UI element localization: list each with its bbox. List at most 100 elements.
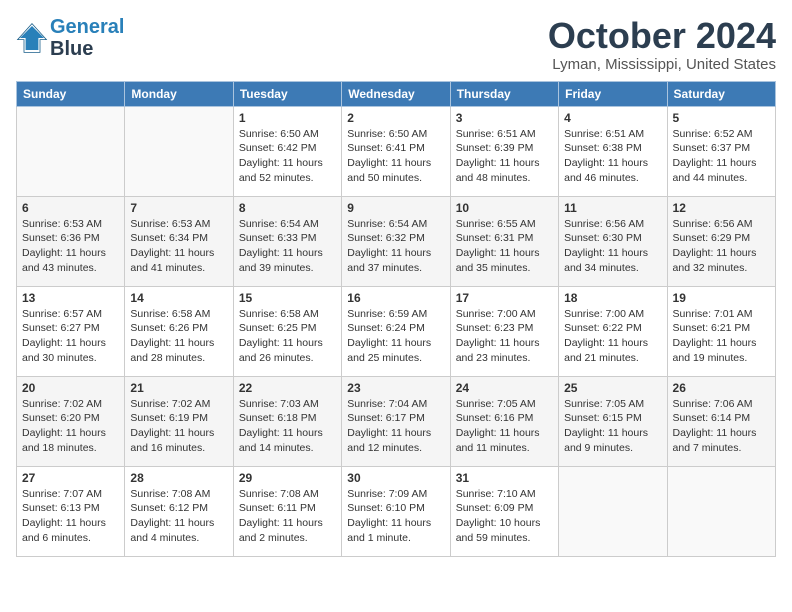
logo-icon xyxy=(16,22,48,54)
day-number: 10 xyxy=(456,201,553,215)
logo-general: General xyxy=(50,16,124,38)
day-info: Sunrise: 6:53 AM Sunset: 6:34 PM Dayligh… xyxy=(130,217,227,276)
calendar-day-10: 10 Sunrise: 6:55 AM Sunset: 6:31 PM Dayli… xyxy=(450,196,558,286)
calendar-day-24: 24 Sunrise: 7:05 AM Sunset: 6:16 PM Dayli… xyxy=(450,376,558,466)
day-info: Sunrise: 7:01 AM Sunset: 6:21 PM Dayligh… xyxy=(673,307,770,366)
day-info: Sunrise: 7:09 AM Sunset: 6:10 PM Dayligh… xyxy=(347,487,444,546)
day-number: 9 xyxy=(347,201,444,215)
day-info: Sunrise: 7:05 AM Sunset: 6:16 PM Dayligh… xyxy=(456,397,553,456)
day-number: 25 xyxy=(564,381,661,395)
day-info: Sunrise: 6:58 AM Sunset: 6:25 PM Dayligh… xyxy=(239,307,336,366)
calendar-day-2: 2 Sunrise: 6:50 AM Sunset: 6:41 PM Daylig… xyxy=(342,106,450,196)
day-info: Sunrise: 7:02 AM Sunset: 6:19 PM Dayligh… xyxy=(130,397,227,456)
calendar-day-30: 30Sunrise: 7:09 AM Sunset: 6:10 PM Dayli… xyxy=(342,466,450,556)
calendar-week-4: 20 Sunrise: 7:02 AM Sunset: 6:20 PM Dayli… xyxy=(17,376,776,466)
day-number: 16 xyxy=(347,291,444,305)
weekday-header-saturday: Saturday xyxy=(667,81,775,106)
day-number: 15 xyxy=(239,291,336,305)
calendar-day-27: 27Sunrise: 7:07 AM Sunset: 6:13 PM Dayli… xyxy=(17,466,125,556)
day-info: Sunrise: 7:06 AM Sunset: 6:14 PM Dayligh… xyxy=(673,397,770,456)
day-number: 1 xyxy=(239,111,336,125)
calendar-day-empty xyxy=(125,106,233,196)
day-info: Sunrise: 7:00 AM Sunset: 6:23 PM Dayligh… xyxy=(456,307,553,366)
day-info: Sunrise: 7:02 AM Sunset: 6:20 PM Dayligh… xyxy=(22,397,119,456)
day-info: Sunrise: 7:03 AM Sunset: 6:18 PM Dayligh… xyxy=(239,397,336,456)
calendar-day-empty xyxy=(559,466,667,556)
calendar-week-5: 27Sunrise: 7:07 AM Sunset: 6:13 PM Dayli… xyxy=(17,466,776,556)
day-number: 2 xyxy=(347,111,444,125)
calendar-day-16: 16 Sunrise: 6:59 AM Sunset: 6:24 PM Dayli… xyxy=(342,286,450,376)
day-number: 3 xyxy=(456,111,553,125)
calendar-day-4: 4 Sunrise: 6:51 AM Sunset: 6:38 PM Daylig… xyxy=(559,106,667,196)
calendar-day-28: 28Sunrise: 7:08 AM Sunset: 6:12 PM Dayli… xyxy=(125,466,233,556)
calendar-day-22: 22 Sunrise: 7:03 AM Sunset: 6:18 PM Dayli… xyxy=(233,376,341,466)
calendar-day-31: 31Sunrise: 7:10 AM Sunset: 6:09 PM Dayli… xyxy=(450,466,558,556)
day-info: Sunrise: 7:08 AM Sunset: 6:12 PM Dayligh… xyxy=(130,487,227,546)
day-info: Sunrise: 7:08 AM Sunset: 6:11 PM Dayligh… xyxy=(239,487,336,546)
calendar-week-2: 6 Sunrise: 6:53 AM Sunset: 6:36 PM Daylig… xyxy=(17,196,776,286)
calendar-day-29: 29 Sunrise: 7:08 AM Sunset: 6:11 PM Dayli… xyxy=(233,466,341,556)
day-info: Sunrise: 6:52 AM Sunset: 6:37 PM Dayligh… xyxy=(673,127,770,186)
calendar-day-3: 3 Sunrise: 6:51 AM Sunset: 6:39 PM Daylig… xyxy=(450,106,558,196)
day-number: 14 xyxy=(130,291,227,305)
title-area: October 2024 Lyman, Mississippi, United … xyxy=(548,16,776,73)
calendar-day-empty xyxy=(667,466,775,556)
calendar-day-11: 11Sunrise: 6:56 AM Sunset: 6:30 PM Dayli… xyxy=(559,196,667,286)
day-number: 17 xyxy=(456,291,553,305)
day-number: 4 xyxy=(564,111,661,125)
logo-blue: Blue xyxy=(50,38,93,60)
page-header: General Blue October 2024 Lyman, Mississ… xyxy=(16,16,776,73)
day-number: 11 xyxy=(564,201,661,215)
day-info: Sunrise: 7:05 AM Sunset: 6:15 PM Dayligh… xyxy=(564,397,661,456)
calendar-day-13: 13 Sunrise: 6:57 AM Sunset: 6:27 PM Dayli… xyxy=(17,286,125,376)
location: Lyman, Mississippi, United States xyxy=(548,56,776,73)
calendar-table: SundayMondayTuesdayWednesdayThursdayFrid… xyxy=(16,81,776,557)
day-info: Sunrise: 6:50 AM Sunset: 6:42 PM Dayligh… xyxy=(239,127,336,186)
day-number: 18 xyxy=(564,291,661,305)
calendar-day-empty xyxy=(17,106,125,196)
day-info: Sunrise: 6:58 AM Sunset: 6:26 PM Dayligh… xyxy=(130,307,227,366)
day-number: 29 xyxy=(239,471,336,485)
calendar-day-17: 17 Sunrise: 7:00 AM Sunset: 6:23 PM Dayli… xyxy=(450,286,558,376)
day-info: Sunrise: 7:10 AM Sunset: 6:09 PM Dayligh… xyxy=(456,487,553,546)
month-title: October 2024 xyxy=(548,16,776,56)
calendar-day-5: 5Sunrise: 6:52 AM Sunset: 6:37 PM Daylig… xyxy=(667,106,775,196)
day-info: Sunrise: 6:53 AM Sunset: 6:36 PM Dayligh… xyxy=(22,217,119,276)
day-number: 13 xyxy=(22,291,119,305)
day-info: Sunrise: 6:50 AM Sunset: 6:41 PM Dayligh… xyxy=(347,127,444,186)
day-number: 8 xyxy=(239,201,336,215)
weekday-header-tuesday: Tuesday xyxy=(233,81,341,106)
weekday-header-sunday: Sunday xyxy=(17,81,125,106)
day-number: 20 xyxy=(22,381,119,395)
weekday-header-thursday: Thursday xyxy=(450,81,558,106)
day-info: Sunrise: 6:51 AM Sunset: 6:38 PM Dayligh… xyxy=(564,127,661,186)
day-number: 19 xyxy=(673,291,770,305)
day-info: Sunrise: 6:54 AM Sunset: 6:33 PM Dayligh… xyxy=(239,217,336,276)
weekday-header-row: SundayMondayTuesdayWednesdayThursdayFrid… xyxy=(17,81,776,106)
weekday-header-wednesday: Wednesday xyxy=(342,81,450,106)
calendar-day-7: 7Sunrise: 6:53 AM Sunset: 6:34 PM Daylig… xyxy=(125,196,233,286)
calendar-day-20: 20 Sunrise: 7:02 AM Sunset: 6:20 PM Dayli… xyxy=(17,376,125,466)
day-info: Sunrise: 6:55 AM Sunset: 6:31 PM Dayligh… xyxy=(456,217,553,276)
day-info: Sunrise: 7:00 AM Sunset: 6:22 PM Dayligh… xyxy=(564,307,661,366)
calendar-day-23: 23Sunrise: 7:04 AM Sunset: 6:17 PM Dayli… xyxy=(342,376,450,466)
calendar-day-15: 15 Sunrise: 6:58 AM Sunset: 6:25 PM Dayli… xyxy=(233,286,341,376)
day-info: Sunrise: 6:57 AM Sunset: 6:27 PM Dayligh… xyxy=(22,307,119,366)
weekday-header-monday: Monday xyxy=(125,81,233,106)
calendar-day-19: 19 Sunrise: 7:01 AM Sunset: 6:21 PM Dayli… xyxy=(667,286,775,376)
calendar-day-21: 21Sunrise: 7:02 AM Sunset: 6:19 PM Dayli… xyxy=(125,376,233,466)
weekday-header-friday: Friday xyxy=(559,81,667,106)
day-info: Sunrise: 6:59 AM Sunset: 6:24 PM Dayligh… xyxy=(347,307,444,366)
calendar-day-6: 6 Sunrise: 6:53 AM Sunset: 6:36 PM Daylig… xyxy=(17,196,125,286)
calendar-day-25: 25 Sunrise: 7:05 AM Sunset: 6:15 PM Dayli… xyxy=(559,376,667,466)
day-number: 24 xyxy=(456,381,553,395)
calendar-day-8: 8 Sunrise: 6:54 AM Sunset: 6:33 PM Daylig… xyxy=(233,196,341,286)
day-info: Sunrise: 6:56 AM Sunset: 6:29 PM Dayligh… xyxy=(673,217,770,276)
calendar-day-9: 9Sunrise: 6:54 AM Sunset: 6:32 PM Daylig… xyxy=(342,196,450,286)
day-number: 26 xyxy=(673,381,770,395)
day-number: 12 xyxy=(673,201,770,215)
day-number: 22 xyxy=(239,381,336,395)
day-info: Sunrise: 6:51 AM Sunset: 6:39 PM Dayligh… xyxy=(456,127,553,186)
day-number: 6 xyxy=(22,201,119,215)
calendar-day-26: 26 Sunrise: 7:06 AM Sunset: 6:14 PM Dayli… xyxy=(667,376,775,466)
